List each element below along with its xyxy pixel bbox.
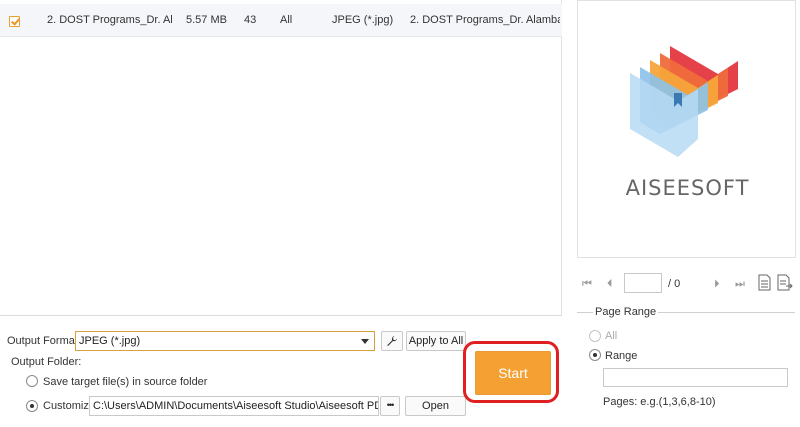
browse-button[interactable]: •••: [380, 396, 400, 416]
start-button[interactable]: Start: [475, 351, 551, 395]
export-page-icon[interactable]: [777, 274, 793, 291]
row-checkbox[interactable]: [9, 16, 20, 27]
all-pages-radio[interactable]: [589, 330, 601, 342]
file-size: 5.57 MB: [186, 14, 227, 26]
start-highlight: Start: [463, 341, 559, 403]
output-name-cell[interactable]: 2. DOST Programs_Dr. Alamban: [410, 4, 560, 37]
brand-name: AISEESOFT: [625, 176, 750, 200]
file-name: 2. DOST Programs_Dr. Ala...: [47, 14, 172, 26]
next-page-icon[interactable]: ⏵: [714, 278, 720, 291]
save-source-label[interactable]: Save target file(s) in source folder: [43, 376, 207, 388]
range-input[interactable]: [603, 368, 788, 387]
output-format-cell[interactable]: JPEG (*.jpg): [332, 4, 402, 37]
save-source-radio[interactable]: [26, 375, 38, 387]
page-range-legend: Page Range: [593, 306, 659, 318]
page-navigation: ⏮ ⏴ / 0 ⏵ ⏭: [577, 272, 797, 296]
aiseesoft-logo: [630, 46, 738, 157]
converter-window: 2. DOST Programs_Dr. Ala... 5.57 MB 43 A…: [0, 0, 800, 427]
output-format-value: JPEG (*.jpg): [79, 335, 141, 347]
table-row[interactable]: 2. DOST Programs_Dr. Ala... 5.57 MB 43 A…: [0, 4, 562, 37]
page-range-group: Page Range All Range Pages: e.g.(1,3,6,8…: [577, 306, 795, 410]
last-page-icon[interactable]: ⏭: [735, 278, 745, 291]
page-total: / 0: [668, 278, 681, 290]
output-format-label: Output Format:: [7, 335, 81, 347]
open-folder-button[interactable]: Open: [405, 396, 466, 416]
wrench-icon: [387, 336, 397, 346]
first-page-icon[interactable]: ⏮: [582, 278, 592, 291]
page-count: 43: [244, 14, 257, 26]
apply-to-all-button[interactable]: Apply to All: [406, 331, 466, 351]
page-number-input[interactable]: [624, 273, 662, 293]
file-list: 2. DOST Programs_Dr. Ala... 5.57 MB 43 A…: [0, 0, 562, 315]
all-pages-label[interactable]: All: [605, 330, 617, 342]
output-folder-label: Output Folder:: [11, 356, 82, 368]
preview-pane: AISEESOFT: [577, 0, 796, 258]
customize-radio[interactable]: [26, 400, 38, 412]
range-label[interactable]: Range: [605, 350, 637, 362]
format-settings-button[interactable]: [381, 331, 403, 351]
range-hint: Pages: e.g.(1,3,6,8-10): [603, 396, 716, 408]
range-radio[interactable]: [589, 349, 601, 361]
output-path-field[interactable]: C:\Users\ADMIN\Documents\Aiseesoft Studi…: [89, 396, 379, 416]
chevron-down-icon[interactable]: [361, 339, 369, 344]
selected-pages[interactable]: All: [280, 4, 320, 37]
page-view-icon[interactable]: [758, 274, 771, 291]
previous-page-icon[interactable]: ⏴: [607, 278, 613, 291]
output-format-select[interactable]: JPEG (*.jpg): [75, 331, 375, 351]
